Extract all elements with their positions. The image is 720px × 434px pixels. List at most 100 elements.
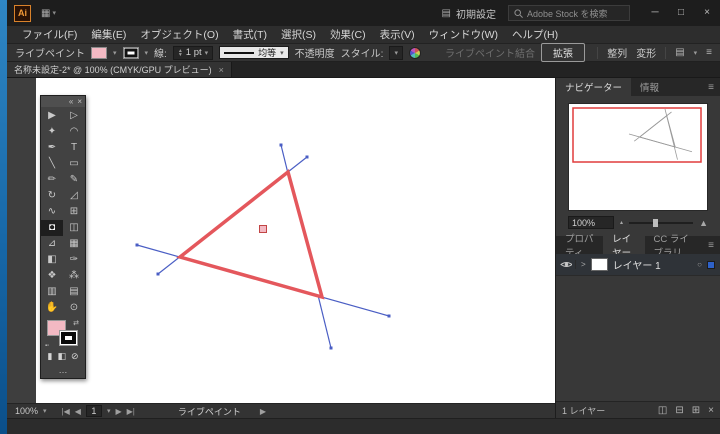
color-button[interactable]: ▮ xyxy=(47,351,52,362)
first-artboard-icon[interactable]: |◀ xyxy=(62,407,70,416)
stroke-weight-chevron-icon[interactable]: ▾ xyxy=(205,49,209,57)
style-dropdown[interactable]: ▾ xyxy=(389,45,403,60)
recolor-artwork-icon[interactable] xyxy=(408,46,421,59)
maximize-button[interactable]: □ xyxy=(668,0,694,26)
lasso-tool[interactable]: ◠ xyxy=(63,124,85,140)
anchor-point[interactable] xyxy=(305,155,309,159)
direct-selection-tool[interactable]: ▷ xyxy=(63,108,85,124)
tab-close-icon[interactable]: × xyxy=(219,65,224,75)
transform-button[interactable]: 変形 xyxy=(636,45,656,60)
menu-effect[interactable]: 効果(C) xyxy=(323,27,373,42)
paintbrush-tool[interactable]: ✏ xyxy=(41,172,63,188)
make-clipping-mask-icon[interactable]: ◫ xyxy=(658,405,667,416)
fill-chevron-icon[interactable]: ▾ xyxy=(113,49,117,57)
layer-target-icon[interactable]: ○ xyxy=(697,260,702,269)
scale-tool[interactable]: ◿ xyxy=(63,188,85,204)
expand-button[interactable]: 拡張 xyxy=(540,43,585,62)
gradient-tool[interactable]: ◧ xyxy=(41,252,63,268)
opacity-label[interactable]: 不透明度 xyxy=(295,45,335,60)
menu-select[interactable]: 選択(S) xyxy=(274,27,323,42)
anchor-point[interactable] xyxy=(279,143,283,147)
line-segment-tool[interactable]: ╲ xyxy=(41,156,63,172)
layer-thumbnail[interactable] xyxy=(590,258,608,271)
zoom-in-icon[interactable]: ▲ xyxy=(699,218,708,228)
chevron-down-icon[interactable]: ▾ xyxy=(52,9,56,17)
status-play-icon[interactable]: ▶ xyxy=(260,407,266,416)
fill-color-swatch[interactable] xyxy=(91,46,107,59)
layer-name[interactable]: レイヤー 1 xyxy=(613,257,661,272)
zoom-chevron-icon[interactable]: ▾ xyxy=(43,407,47,415)
stroke-color-swatch[interactable] xyxy=(122,46,139,59)
default-fill-stroke-icon[interactable]: ▪▫ xyxy=(45,343,49,349)
zoom-level[interactable]: 100% xyxy=(15,406,38,416)
zoom-out-icon[interactable]: ▴ xyxy=(620,219,623,226)
navigator-panel-menu-icon[interactable]: ≡ xyxy=(702,78,720,96)
swap-fill-stroke-icon[interactable]: ⇄ xyxy=(73,319,79,327)
pen-tool[interactable]: ✒ xyxy=(41,140,63,156)
next-artboard-icon[interactable]: ▶ xyxy=(115,407,121,416)
eyedropper-tool[interactable]: ✑ xyxy=(63,252,85,268)
navigator-view-box[interactable] xyxy=(572,107,702,163)
arrange-chevron-icon[interactable]: ▾ xyxy=(694,49,698,57)
document-tab[interactable]: 名称未設定-2* @ 100% (CMYK/GPU プレビュー) × xyxy=(7,62,232,77)
delete-layer-icon[interactable]: × xyxy=(708,405,714,416)
arrange-documents-icon[interactable]: ▤ xyxy=(675,47,684,58)
last-artboard-icon[interactable]: ▶| xyxy=(127,407,135,416)
new-sublayer-icon[interactable]: ⊟ xyxy=(675,405,683,416)
free-transform-tool[interactable]: ⊞ xyxy=(63,204,85,220)
menu-view[interactable]: 表示(V) xyxy=(373,27,422,42)
type-tool[interactable]: T xyxy=(63,140,85,156)
mesh-tool[interactable]: ▦ xyxy=(63,236,85,252)
live-paint-triangle[interactable] xyxy=(176,168,325,300)
rectangle-tool[interactable]: ▭ xyxy=(63,156,85,172)
hand-tool[interactable]: ✋ xyxy=(41,300,63,316)
navigator-zoom-field[interactable]: 100% xyxy=(568,216,614,229)
anchor-point[interactable] xyxy=(329,346,333,350)
layer-row[interactable]: > レイヤー 1 ○ xyxy=(556,254,720,276)
column-graph-tool[interactable]: ▥ xyxy=(41,284,63,300)
none-button[interactable]: ⊘ xyxy=(71,351,79,362)
layer-expand-icon[interactable]: > xyxy=(581,260,586,269)
artboard-tool[interactable]: ▤ xyxy=(63,284,85,300)
panel-close-icon[interactable]: × xyxy=(77,97,82,106)
stepper-icons[interactable]: ▲ ▼ xyxy=(178,48,183,57)
blend-tool[interactable]: ❖ xyxy=(41,268,63,284)
shape-builder-tool[interactable]: ◫ xyxy=(63,220,85,236)
symbol-sprayer-tool[interactable]: ⁂ xyxy=(63,268,85,284)
tab-properties[interactable]: プロパティ xyxy=(556,234,603,259)
tab-cc-libraries[interactable]: CC ライブラリ xyxy=(645,234,703,259)
live-paint-bucket-tool[interactable]: ◘ xyxy=(41,220,63,236)
artboard-number-field[interactable]: 1 xyxy=(85,405,102,417)
layers-panel-menu-icon[interactable]: ≡ xyxy=(702,236,720,254)
align-button[interactable]: 整列 xyxy=(607,45,627,60)
collapse-icon[interactable]: « xyxy=(69,97,73,106)
visibility-toggle[interactable] xyxy=(560,260,576,269)
selection-tool[interactable]: ▶ xyxy=(41,108,63,124)
anchor-point[interactable] xyxy=(156,272,160,276)
menu-window[interactable]: ウィンドウ(W) xyxy=(422,27,505,42)
rotate-tool[interactable]: ↻ xyxy=(41,188,63,204)
navigator-zoom-slider[interactable] xyxy=(629,218,694,227)
perspective-grid-tool[interactable]: ⊿ xyxy=(41,236,63,252)
slider-thumb[interactable] xyxy=(653,218,659,227)
selection-color-chip[interactable] xyxy=(707,260,715,269)
minimize-button[interactable]: ─ xyxy=(642,0,668,26)
panel-menu-icon[interactable]: ≡ xyxy=(706,47,712,58)
menu-object[interactable]: オブジェクト(O) xyxy=(133,27,225,42)
stroke-chevron-icon[interactable]: ▾ xyxy=(145,49,149,57)
more-tools-icon[interactable]: … xyxy=(41,364,85,378)
magic-wand-tool[interactable]: ✦ xyxy=(41,124,63,140)
stroke-weight-field[interactable]: ▲ ▼ 1 pt ▾ xyxy=(172,45,214,60)
gradient-button[interactable]: ◧ xyxy=(57,351,66,362)
menu-help[interactable]: ヘルプ(H) xyxy=(505,27,565,42)
navigator-thumbnail[interactable] xyxy=(568,103,708,211)
prev-artboard-icon[interactable]: ◀ xyxy=(75,407,81,416)
artwork[interactable] xyxy=(7,78,555,403)
menu-type[interactable]: 書式(T) xyxy=(226,27,274,42)
tab-navigator[interactable]: ナビゲーター xyxy=(556,78,632,96)
tab-info[interactable]: 情報 xyxy=(631,78,668,96)
stock-search-input[interactable]: Adobe Stock を検索 xyxy=(508,5,630,21)
workspace-switcher[interactable]: ▤ 初期設定 xyxy=(442,6,496,21)
grid-icon[interactable]: ▦ xyxy=(41,8,50,19)
width-profile-dropdown[interactable]: 均等 ▾ xyxy=(219,46,289,59)
